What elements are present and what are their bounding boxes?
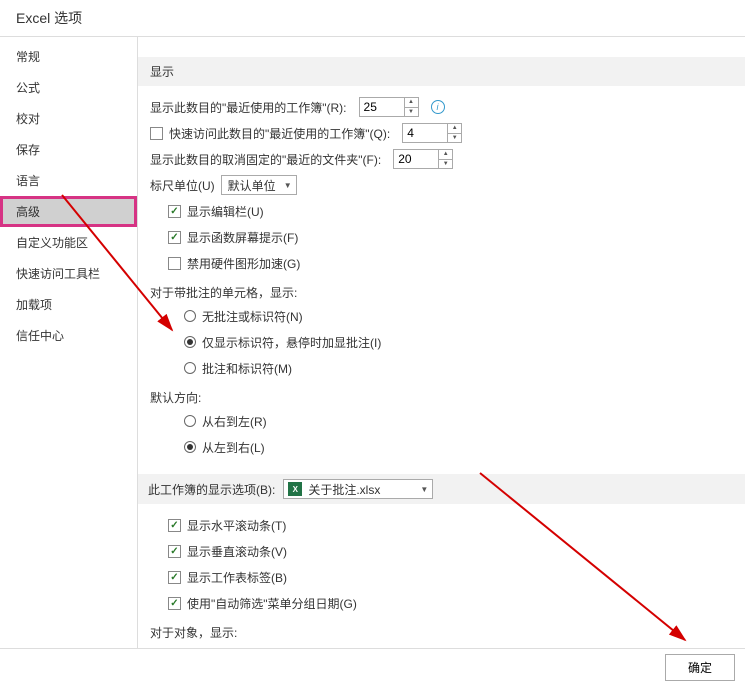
label-vscroll: 显示垂直滚动条(V) — [187, 543, 287, 560]
sidebar-item-trust-center[interactable]: 信任中心 — [0, 320, 137, 351]
label-comment-indicator: 仅显示标识符，悬停时加显批注(I) — [202, 334, 381, 351]
dropdown-workbook-value: 关于批注.xlsx — [308, 481, 380, 498]
label-quick-access: 快速访问此数目的"最近使用的工作簿"(Q): — [169, 125, 390, 142]
label-comment-both: 批注和标识符(M) — [202, 360, 292, 377]
window-title: Excel 选项 — [0, 0, 745, 36]
footer-bar: 确定 — [0, 648, 745, 686]
main-container: 常规 公式 校对 保存 语言 高级 自定义功能区 快速访问工具栏 加载项 信任中… — [0, 36, 745, 654]
radio-comment-both[interactable] — [184, 362, 196, 374]
dropdown-workbook[interactable]: X 关于批注.xlsx ▼ — [283, 479, 433, 499]
checkbox-show-formula-bar[interactable] — [168, 205, 181, 218]
checkbox-autogroup[interactable] — [168, 597, 181, 610]
sidebar-item-customize-ribbon[interactable]: 自定义功能区 — [0, 227, 137, 258]
spin-quick-access[interactable]: ▲ ▼ — [402, 123, 462, 143]
label-workbook-header: 此工作簿的显示选项(B): — [148, 481, 275, 498]
chevron-down-icon[interactable]: ▼ — [439, 160, 452, 169]
ok-button[interactable]: 确定 — [665, 654, 735, 681]
spin-recent-workbooks[interactable]: ▲ ▼ — [359, 97, 419, 117]
chevron-up-icon[interactable]: ▲ — [405, 98, 418, 108]
chevron-down-icon: ▼ — [284, 181, 292, 190]
label-autogroup: 使用"自动筛选"菜单分组日期(G) — [187, 595, 357, 612]
spin-unpinned-recent-input[interactable] — [394, 150, 438, 168]
sidebar-item-proofing[interactable]: 校对 — [0, 103, 137, 134]
label-disable-hw: 禁用硬件图形加速(G) — [187, 255, 300, 272]
label-show-formula-bar: 显示编辑栏(U) — [187, 203, 264, 220]
spin-unpinned-recent[interactable]: ▲ ▼ — [393, 149, 453, 169]
sidebar-item-save[interactable]: 保存 — [0, 134, 137, 165]
dropdown-ruler-units[interactable]: 默认单位 ▼ — [221, 175, 297, 195]
sidebar-item-formulas[interactable]: 公式 — [0, 72, 137, 103]
spin-quick-access-input[interactable] — [403, 124, 447, 142]
checkbox-vscroll[interactable] — [168, 545, 181, 558]
label-show-screentips: 显示函数屏幕提示(F) — [187, 229, 298, 246]
content-panel: 显示 显示此数目的"最近使用的工作簿"(R): ▲ ▼ i 快速访问此数目的"最… — [138, 37, 745, 654]
label-rtl: 从右到左(R) — [202, 413, 267, 430]
section-workbook-header: 此工作簿的显示选项(B): X 关于批注.xlsx ▼ — [138, 474, 745, 504]
label-ruler-units: 标尺单位(U) — [150, 177, 215, 194]
info-icon: i — [431, 100, 445, 114]
comments-subheading: 对于带批注的单元格，显示: — [150, 284, 745, 301]
radio-comment-indicator[interactable] — [184, 336, 196, 348]
label-recent-workbooks: 显示此数目的"最近使用的工作簿"(R): — [150, 99, 347, 116]
dropdown-ruler-units-value: 默认单位 — [228, 177, 276, 194]
radio-rtl[interactable] — [184, 415, 196, 427]
chevron-up-icon[interactable]: ▲ — [448, 124, 461, 134]
label-ltr: 从左到右(L) — [202, 439, 265, 456]
label-tabs: 显示工作表标签(B) — [187, 569, 287, 586]
checkbox-show-screentips[interactable] — [168, 231, 181, 244]
checkbox-tabs[interactable] — [168, 571, 181, 584]
chevron-up-icon[interactable]: ▲ — [439, 150, 452, 160]
radio-comment-none[interactable] — [184, 310, 196, 322]
excel-icon: X — [288, 482, 302, 496]
direction-subheading: 默认方向: — [150, 389, 745, 406]
chevron-down-icon[interactable]: ▼ — [448, 134, 461, 143]
sidebar-item-language[interactable]: 语言 — [0, 165, 137, 196]
checkbox-disable-hw[interactable] — [168, 257, 181, 270]
sidebar-item-quick-access-toolbar[interactable]: 快速访问工具栏 — [0, 258, 137, 289]
chevron-down-icon: ▼ — [420, 485, 428, 494]
label-unpinned-recent: 显示此数目的取消固定的"最近的文件夹"(F): — [150, 151, 381, 168]
sidebar-item-advanced[interactable]: 高级 — [0, 196, 137, 227]
objects-subheading: 对于对象，显示: — [150, 624, 745, 641]
section-display-header: 显示 — [138, 57, 745, 86]
checkbox-quick-access[interactable] — [150, 127, 163, 140]
label-comment-none: 无批注或标识符(N) — [202, 308, 303, 325]
spin-recent-workbooks-input[interactable] — [360, 98, 404, 116]
checkbox-hscroll[interactable] — [168, 519, 181, 532]
radio-ltr[interactable] — [184, 441, 196, 453]
sidebar-item-addins[interactable]: 加载项 — [0, 289, 137, 320]
sidebar: 常规 公式 校对 保存 语言 高级 自定义功能区 快速访问工具栏 加载项 信任中… — [0, 37, 138, 654]
label-hscroll: 显示水平滚动条(T) — [187, 517, 286, 534]
chevron-down-icon[interactable]: ▼ — [405, 108, 418, 117]
sidebar-item-general[interactable]: 常规 — [0, 41, 137, 72]
